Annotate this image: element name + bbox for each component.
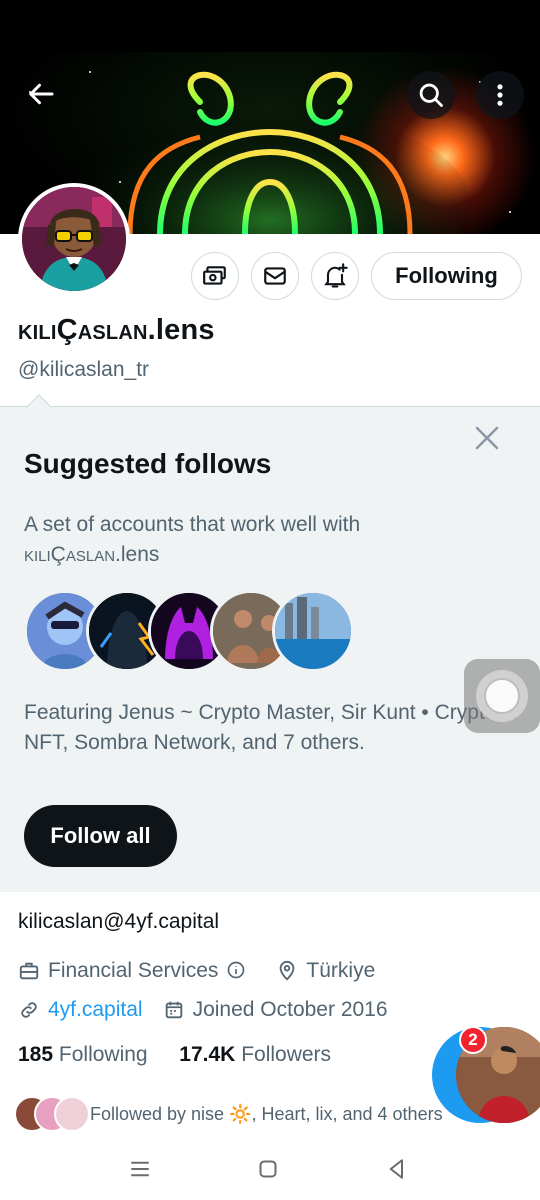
following-button[interactable]: Following [371, 252, 522, 300]
system-nav-bar [0, 1140, 540, 1200]
suggested-follows-title: Suggested follows [24, 448, 272, 479]
suggested-avatars [24, 590, 354, 672]
close-icon [475, 426, 499, 450]
description-name-suffix: .lens [115, 543, 160, 566]
profile-meta-row-2: 4yf.capital Joined October 2016 [18, 996, 388, 1024]
system-back-button[interactable] [382, 1154, 412, 1184]
followers-count-link[interactable]: 17.4K Followers [179, 1043, 331, 1066]
profile-meta-row-1: Financial Services Türkiye [18, 957, 375, 985]
message-button[interactable] [251, 252, 299, 300]
suggested-follows-description: A set of accounts that work well with kı… [24, 510, 444, 570]
briefcase-icon [18, 960, 40, 982]
floating-chat-bubble[interactable]: 2 [432, 1026, 540, 1123]
follow-counts: 185 Following 17.4K Followers [18, 1043, 331, 1067]
panel-pointer [26, 394, 52, 420]
suggested-featuring-text: Featuring Jenus ~ Crypto Master, Sir Kun… [24, 701, 517, 754]
profile-joined-date: Joined October 2016 [192, 998, 388, 1021]
following-count-link[interactable]: 185 Following [18, 1043, 148, 1066]
calendar-icon [163, 999, 185, 1021]
info-icon[interactable] [226, 960, 248, 982]
arrow-left-icon [29, 83, 54, 105]
search-button[interactable] [407, 71, 455, 119]
suggested-follows-panel: Suggested follows A set of accounts that… [0, 394, 540, 892]
more-button[interactable] [476, 71, 524, 119]
display-name: kılıÇaslan.lens [18, 314, 215, 347]
bell-plus-icon [324, 263, 348, 288]
following-label: Following [58, 1043, 148, 1066]
profile-website-link[interactable]: 4yf.capital [48, 998, 143, 1022]
home-button[interactable] [253, 1154, 283, 1184]
display-name-main: kılıÇaslan [18, 314, 148, 346]
recents-button[interactable] [125, 1154, 155, 1184]
close-suggestions-button[interactable] [472, 423, 502, 453]
followers-count: 17.4K [179, 1043, 236, 1066]
following-count: 185 [18, 1043, 54, 1066]
status-bar [0, 0, 540, 52]
user-handle: @kilicaslan_tr [18, 358, 150, 381]
notifications-button[interactable] [311, 252, 359, 300]
tip-button[interactable] [191, 252, 239, 300]
home-square-icon [259, 1160, 277, 1178]
assistive-touch-button[interactable] [464, 659, 540, 733]
followers-label: Followers [241, 1043, 332, 1066]
unread-badge: 2 [459, 1026, 487, 1054]
menu-lines-icon [131, 1161, 149, 1177]
more-vertical-icon [497, 84, 503, 106]
suggested-avatar-5[interactable] [272, 590, 354, 672]
profile-bio: kilicaslan@4yf.capital [18, 910, 220, 933]
location-icon [276, 960, 298, 982]
followed-by-avatars [14, 1096, 90, 1132]
profile-location: Türkiye [306, 959, 376, 982]
search-icon [419, 83, 443, 107]
display-name-suffix: .lens [147, 314, 215, 346]
followed-by-text: Followed by nise 🔆, Heart, lix, and 4 ot… [90, 1103, 443, 1124]
description-name: kılıÇaslan [24, 543, 116, 566]
back-triangle-icon [389, 1159, 403, 1179]
back-button[interactable] [18, 70, 66, 118]
follow-all-button[interactable]: Follow all [24, 805, 177, 867]
profile-category[interactable]: Financial Services [48, 959, 218, 983]
tip-jar-icon [203, 266, 226, 285]
link-icon [18, 999, 40, 1021]
description-prefix: A set of accounts that work well with [24, 513, 361, 536]
mail-icon [264, 267, 286, 285]
profile-avatar[interactable] [18, 183, 130, 295]
followed-by-avatar-3 [54, 1096, 90, 1132]
